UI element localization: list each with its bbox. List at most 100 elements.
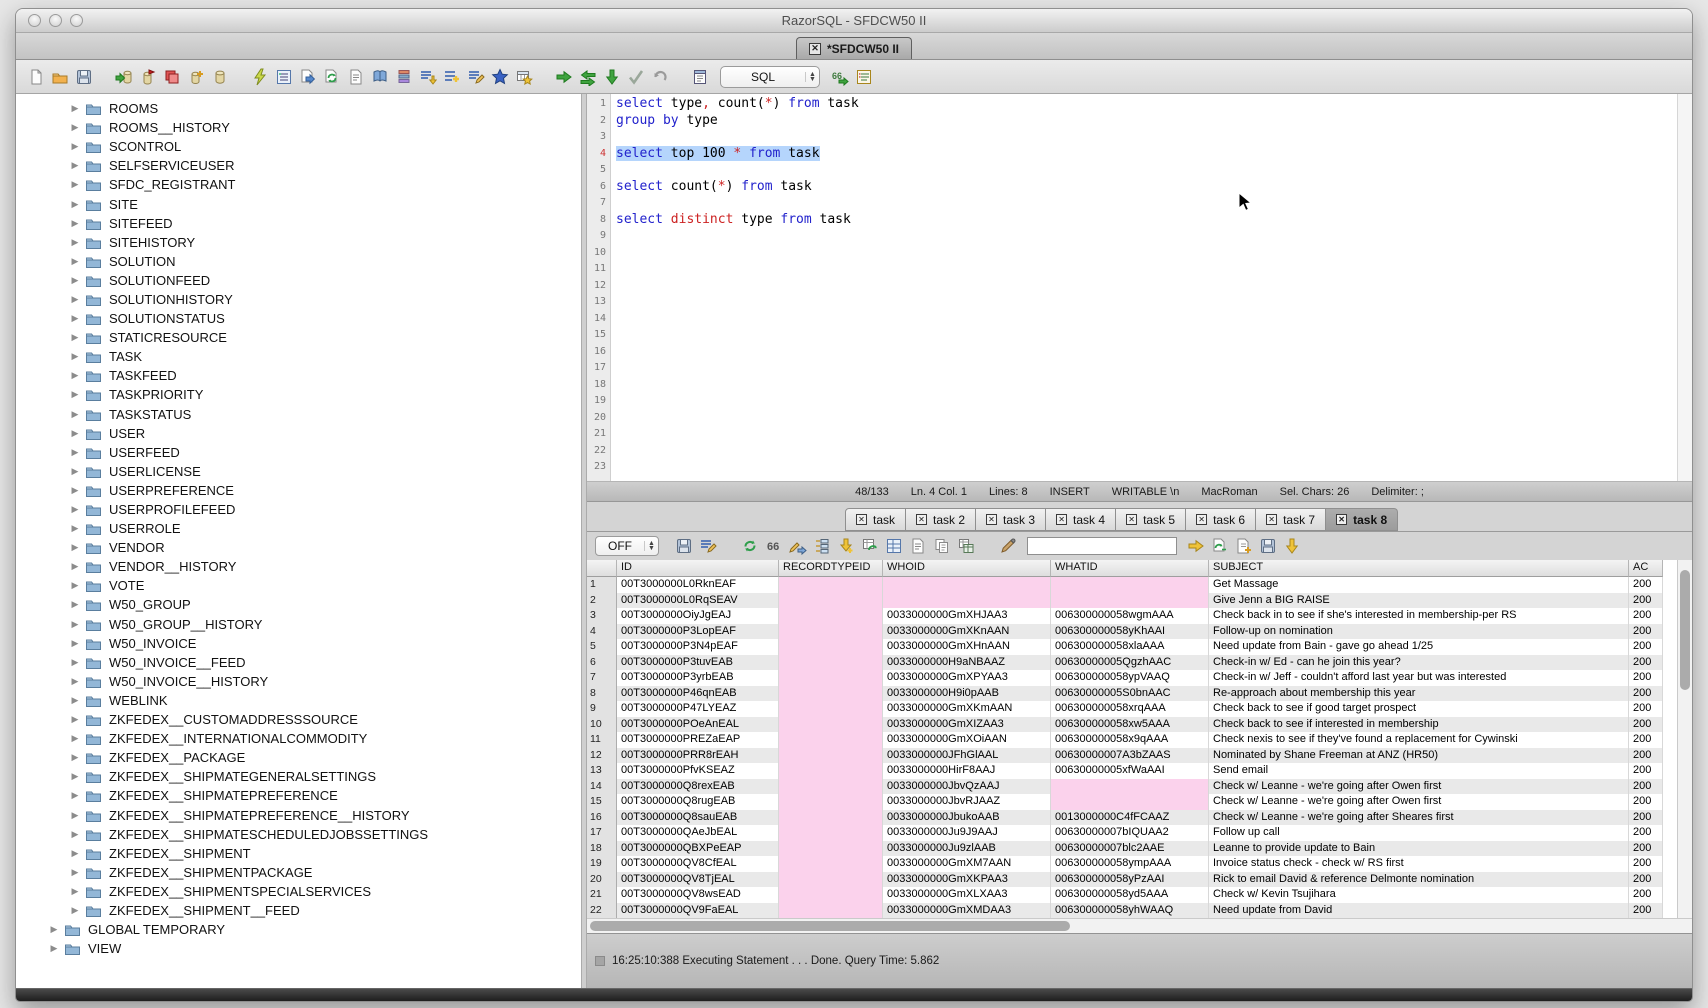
disclosure-triangle-icon[interactable]: ▶	[69, 199, 81, 210]
table-row[interactable]: 1800T3000000QBXPeEAP0033000000Ju9zlAAB00…	[587, 841, 1677, 857]
cell-subject[interactable]: Invoice status check - check w/ RS first	[1209, 856, 1629, 872]
cell-subject[interactable]: Check w/ Kevin Tsujihara	[1209, 887, 1629, 903]
cell-subject[interactable]: Check w/ Leanne - we're going after Shea…	[1209, 810, 1629, 826]
tree-item-zkfedex__shipmategeneralsettings[interactable]: ▶ZKFEDEX__SHIPMATEGENERALSETTINGS	[16, 767, 581, 786]
cell-whoid[interactable]	[883, 593, 1051, 609]
tree-item-solutionhistory[interactable]: ▶SOLUTIONHISTORY	[16, 290, 581, 309]
highlight-pen-icon[interactable]	[998, 536, 1018, 556]
cell-activitydate[interactable]: 200	[1629, 717, 1663, 733]
row-number-cell[interactable]: 16	[587, 810, 617, 826]
cell-whatid[interactable]: 006300000058xlaAAA	[1051, 639, 1209, 655]
favorites-star-icon[interactable]	[490, 67, 510, 87]
cell-whatid[interactable]: 006300000058wgmAAA	[1051, 608, 1209, 624]
tree-item-w50_invoice__feed[interactable]: ▶W50_INVOICE__FEED	[16, 653, 581, 672]
result-tab-task-2[interactable]: ✕task 2	[906, 508, 976, 531]
close-tab-icon[interactable]: ✕	[986, 514, 997, 525]
edit-sql-icon[interactable]	[466, 67, 486, 87]
disclosure-triangle-icon[interactable]: ▶	[69, 160, 81, 171]
code-line[interactable]	[616, 377, 1677, 394]
cell-activitydate[interactable]: 200	[1629, 810, 1663, 826]
row-number-cell[interactable]: 10	[587, 717, 617, 733]
table-row[interactable]: 1100T3000000PREZaEAP0033000000GmXOiAAN00…	[587, 732, 1677, 748]
column-header-subject[interactable]: SUBJECT	[1209, 560, 1629, 577]
tree-item-w50_invoice[interactable]: ▶W50_INVOICE	[16, 634, 581, 653]
tree-item-taskstatus[interactable]: ▶TASKSTATUS	[16, 405, 581, 424]
insert-row-icon[interactable]	[836, 536, 856, 556]
cell-whoid[interactable]: 0033000000Ju9J9AAJ	[883, 825, 1051, 841]
close-tab-icon[interactable]: ✕	[1266, 514, 1277, 525]
disconnect-database-icon[interactable]	[138, 67, 158, 87]
cell-whoid[interactable]: 0033000000H9i0pAAB	[883, 686, 1051, 702]
cell-activitydate[interactable]: 200	[1629, 639, 1663, 655]
disclosure-triangle-icon[interactable]: ▶	[69, 752, 81, 763]
disclosure-triangle-icon[interactable]: ▶	[69, 122, 81, 133]
disclosure-triangle-icon[interactable]: ▶	[69, 275, 81, 286]
cell-subject[interactable]: Check nexis to see if they've found a re…	[1209, 732, 1629, 748]
database-tree[interactable]: ▶ROOMS▶ROOMS__HISTORY▶SCONTROL▶SELFSERVI…	[16, 94, 582, 988]
close-tab-icon[interactable]: ✕	[856, 514, 867, 525]
cell-recordtypeid[interactable]	[779, 624, 883, 640]
tree-item-w50_group[interactable]: ▶W50_GROUP	[16, 595, 581, 614]
disclosure-triangle-icon[interactable]: ▶	[69, 733, 81, 744]
result-tab-task-4[interactable]: ✕task 4	[1046, 508, 1116, 531]
disclosure-triangle-icon[interactable]: ▶	[69, 313, 81, 324]
disclosure-triangle-icon[interactable]: ▶	[69, 810, 81, 821]
tree-item-zkfedex__package[interactable]: ▶ZKFEDEX__PACKAGE	[16, 748, 581, 767]
cell-whatid[interactable]	[1051, 779, 1209, 795]
results-list-icon[interactable]	[854, 67, 874, 87]
row-number-cell[interactable]: 13	[587, 763, 617, 779]
tree-item-vendor[interactable]: ▶VENDOR	[16, 538, 581, 557]
cell-whatid[interactable]: 00630000005xfWaAAI	[1051, 763, 1209, 779]
disclosure-triangle-icon[interactable]: ▶	[69, 447, 81, 458]
next-result-icon[interactable]	[1186, 536, 1206, 556]
disclosure-triangle-icon[interactable]: ▶	[69, 790, 81, 801]
cell-whoid[interactable]: 0033000000JbvRJAAZ	[883, 794, 1051, 810]
disclosure-triangle-icon[interactable]: ▶	[48, 924, 60, 935]
cell-whatid[interactable]: 006300000058ypVAAQ	[1051, 670, 1209, 686]
cell-id[interactable]: 00T3000000PREZaEAP	[617, 732, 779, 748]
column-header-id[interactable]: ID	[617, 560, 779, 577]
table-star-icon[interactable]	[514, 67, 534, 87]
form-view-icon[interactable]	[884, 536, 904, 556]
tree-item-zkfedex__shipmatescheduledjobssettings[interactable]: ▶ZKFEDEX__SHIPMATESCHEDULEDJOBSSETTINGS	[16, 825, 581, 844]
table-row[interactable]: 600T3000000P3tuvEAB0033000000H9aNBAAZ006…	[587, 655, 1677, 671]
disclosure-triangle-icon[interactable]: ▶	[69, 218, 81, 229]
cell-activitydate[interactable]: 200	[1629, 686, 1663, 702]
cell-whatid[interactable]: 006300000058yhWAAQ	[1051, 903, 1209, 919]
cell-recordtypeid[interactable]	[779, 903, 883, 919]
disclosure-triangle-icon[interactable]: ▶	[69, 103, 81, 114]
tree-item-zkfedex__customaddresssource[interactable]: ▶ZKFEDEX__CUSTOMADDRESSSOURCE	[16, 710, 581, 729]
disclosure-triangle-icon[interactable]: ▶	[69, 905, 81, 916]
cell-whatid[interactable]	[1051, 593, 1209, 609]
tree-item-weblink[interactable]: ▶WEBLINK	[16, 691, 581, 710]
refresh-database-icon[interactable]	[322, 67, 342, 87]
disclosure-triangle-icon[interactable]: ▶	[69, 848, 81, 859]
fetch-down-icon[interactable]	[602, 67, 622, 87]
cell-subject[interactable]: Check back in to see if she's interested…	[1209, 608, 1629, 624]
tree-item-view[interactable]: ▶VIEW	[16, 939, 581, 958]
cell-subject[interactable]: Need update from Bain - gave go ahead 1/…	[1209, 639, 1629, 655]
tree-item-solution[interactable]: ▶SOLUTION	[16, 252, 581, 271]
cell-activitydate[interactable]: 200	[1629, 624, 1663, 640]
tree-item-userfeed[interactable]: ▶USERFEED	[16, 443, 581, 462]
row-number-cell[interactable]: 7	[587, 670, 617, 686]
result-tab-task-8[interactable]: ✕task 8	[1326, 508, 1398, 531]
row-number-cell[interactable]: 19	[587, 856, 617, 872]
cell-recordtypeid[interactable]	[779, 686, 883, 702]
disclosure-triangle-icon[interactable]: ▶	[69, 676, 81, 687]
cell-id[interactable]: 00T3000000Q8sauEAB	[617, 810, 779, 826]
code-line[interactable]	[616, 360, 1677, 377]
document-tab[interactable]: ✕ *SFDCW50 II	[796, 37, 912, 59]
table-row[interactable]: 2100T3000000QV8wsEAD0033000000GmXLXAA300…	[587, 887, 1677, 903]
tree-item-sfdc_registrant[interactable]: ▶SFDC_REGISTRANT	[16, 175, 581, 194]
open-file-icon[interactable]	[50, 67, 70, 87]
cell-whatid[interactable]: 00630000007blc2AAE	[1051, 841, 1209, 857]
cell-id[interactable]: 00T3000000L0RqSEAV	[617, 593, 779, 609]
cell-recordtypeid[interactable]	[779, 670, 883, 686]
cell-activitydate[interactable]: 200	[1629, 872, 1663, 888]
cell-activitydate[interactable]: 200	[1629, 763, 1663, 779]
row-number-cell[interactable]: 1	[587, 577, 617, 593]
disclosure-triangle-icon[interactable]: ▶	[69, 714, 81, 725]
minimize-window-button[interactable]	[49, 14, 62, 27]
export-doc-icon[interactable]	[1234, 536, 1254, 556]
